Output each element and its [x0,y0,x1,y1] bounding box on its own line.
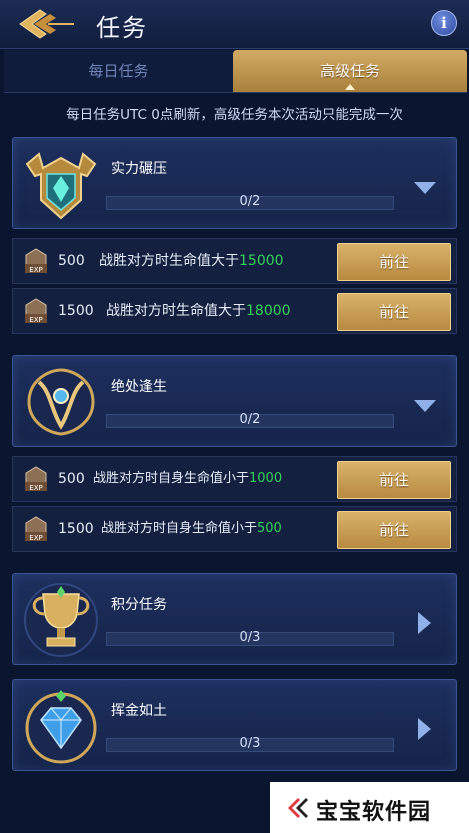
exp-amount: 1500 [58,521,94,537]
horned-crest-emblem-icon [27,368,95,436]
subtask-target-value: 18000 [246,303,291,319]
subtask-row: EXP 500 战胜对方时生命值大于15000 前往 [12,238,457,284]
exp-amount: 1500 [58,303,94,319]
tab-advanced[interactable]: 高级任务 [233,50,467,92]
progress-bar: 0/3 [106,736,394,752]
quest-card[interactable]: 绝处逢生 0/2 [12,355,457,447]
svg-text:EXP: EXP [29,484,42,492]
subtask-row: EXP 500 战胜对方时自身生命值小于1000 前往 [12,456,457,502]
subtask-target-value: 500 [257,521,282,536]
svg-text:EXP: EXP [29,266,42,274]
subtask-row: EXP 1500 战胜对方时自身生命值小于500 前往 [12,506,457,552]
quest-card[interactable]: 挥金如土 0/3 [12,679,457,771]
subtask-description: 战胜对方时自身生命值小于1000 [93,471,283,486]
progress-bar: 0/2 [106,412,394,428]
expand-arrow-icon[interactable] [414,182,436,194]
watermark-logo-icon [288,798,308,818]
tab-bar: 每日任务 高级任务 [4,50,467,93]
subtask-target-value: 15000 [239,253,284,269]
progress-bar: 0/2 [106,194,394,210]
quest-title: 绝处逢生 [111,379,167,395]
exp-icon: EXP [25,248,47,274]
watermark-text: 宝宝软件园 [316,800,432,825]
quest-card[interactable]: 积分任务 0/3 [12,573,457,665]
subtask-description: 战胜对方时生命值大于18000 [106,303,291,319]
go-button[interactable]: 前往 [337,243,451,281]
quest-card[interactable]: 实力碾压 0/2 [12,137,457,229]
exp-amount: 500 [58,253,85,269]
subtask-target-value: 1000 [249,471,283,486]
progress-text: 0/2 [239,194,261,209]
progress-text: 0/3 [239,736,261,751]
tab-daily[interactable]: 每日任务 [4,50,233,92]
shield-emblem-icon [25,152,97,220]
exp-icon: EXP [25,466,47,492]
page-title: 任务 [96,14,148,42]
exp-amount: 500 [58,471,85,487]
progress-text: 0/3 [239,630,261,645]
exp-icon: EXP [25,298,47,324]
svg-text:EXP: EXP [29,534,42,542]
progress-bar: 0/3 [106,630,394,646]
chevron-right-icon[interactable] [418,612,431,634]
back-arrow-icon[interactable] [16,6,76,42]
quest-title: 积分任务 [111,597,167,613]
subtask-row: EXP 1500 战胜对方时生命值大于18000 前往 [12,288,457,334]
header-bar: 任务 i [0,0,469,49]
watermark: 宝宝软件园 [270,782,469,833]
go-button[interactable]: 前往 [337,461,451,499]
exp-icon: EXP [25,516,47,542]
quest-title: 实力碾压 [111,161,167,177]
refresh-notice: 每日任务UTC 0点刷新，高级任务本次活动只能完成一次 [66,107,403,123]
subtask-description: 战胜对方时自身生命值小于500 [101,521,282,536]
chevron-right-icon[interactable] [418,718,431,740]
progress-text: 0/2 [239,412,261,427]
go-button[interactable]: 前往 [337,293,451,331]
trophy-emblem-icon [24,583,98,657]
quest-title: 挥金如土 [111,703,167,719]
expand-arrow-icon[interactable] [414,400,436,412]
info-icon[interactable]: i [431,10,457,36]
go-button[interactable]: 前往 [337,511,451,549]
diamond-emblem-icon [25,690,97,764]
svg-text:EXP: EXP [29,316,42,324]
subtask-description: 战胜对方时生命值大于15000 [99,253,284,269]
